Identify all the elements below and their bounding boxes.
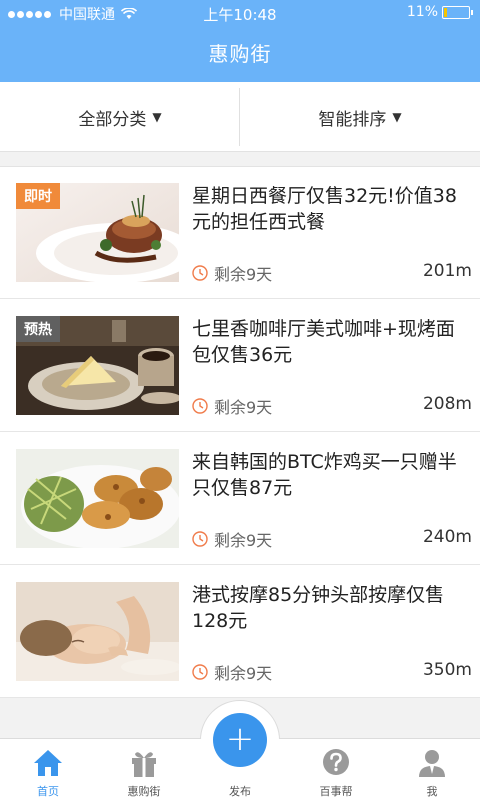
remaining-label: 剩余9天: [214, 531, 273, 550]
plus-icon: +: [225, 719, 255, 759]
deal-title: 七里香咖啡厅美式咖啡+现烤面包仅售36元: [192, 318, 455, 366]
deal-item[interactable]: 预热 七里香咖啡厅美式咖啡+现烤面包仅售36元 剩余9天 208m: [0, 300, 480, 432]
clock-icon: [192, 265, 208, 281]
tab-publish-label: 发布: [229, 785, 251, 798]
deal-item[interactable]: 即时 星期日西餐厅仅售32元!价值38元的担任西式餐 剩余9天 201m: [0, 167, 480, 299]
deal-item[interactable]: 港式按摩85分钟头部按摩仅售128元 剩余9天 350m: [0, 566, 480, 698]
deal-title: 来自韩国的BTC炸鸡买一只赠半只仅售87元: [192, 451, 457, 499]
deal-remaining: 剩余9天: [192, 527, 272, 551]
triangle-down-icon: ▼: [392, 110, 402, 124]
deal-distance: 201m: [422, 261, 472, 281]
remaining-label: 剩余9天: [214, 398, 273, 417]
sort-dropdown[interactable]: 智能排序 ▼: [240, 82, 480, 152]
status-right: 11%: [406, 4, 473, 20]
sort-label: 智能排序: [318, 109, 387, 130]
deal-image-coffee: 预热: [16, 316, 179, 415]
tab-deals[interactable]: 惠购街: [96, 739, 192, 800]
category-filter-dropdown[interactable]: 全部分类 ▼: [0, 82, 240, 152]
home-icon: [34, 750, 62, 776]
remaining-label: 剩余9天: [214, 664, 273, 683]
deal-image-chicken: [16, 449, 179, 548]
gift-icon: [132, 752, 156, 777]
filter-bar: 全部分类 ▼ 智能排序 ▼: [0, 82, 480, 152]
tab-home[interactable]: 首页: [0, 739, 96, 800]
battery-percent: 11%: [406, 4, 438, 20]
category-filter-label: 全部分类: [78, 109, 147, 130]
tab-me-label: 我: [426, 785, 438, 798]
user-icon: [419, 750, 445, 777]
deal-item[interactable]: 来自韩国的BTC炸鸡买一只赠半只仅售87元 剩余9天 240m: [0, 433, 480, 565]
triangle-down-icon: ▼: [152, 110, 162, 124]
publish-button[interactable]: +: [213, 713, 267, 767]
deal-remaining: 剩余9天: [192, 261, 272, 285]
tab-me[interactable]: 我: [384, 739, 480, 800]
battery-icon: [442, 5, 473, 19]
deal-image-steak: 即时: [16, 183, 179, 282]
tab-deals-label: 惠购街: [127, 785, 161, 798]
remaining-label: 剩余9天: [214, 265, 273, 284]
deal-title: 星期日西餐厅仅售32元!价值38元的担任西式餐: [192, 185, 457, 233]
deal-distance: 240m: [422, 527, 472, 547]
question-icon: [323, 749, 349, 775]
clock-icon: [192, 398, 208, 414]
tab-help-label: 百事帮: [319, 785, 353, 798]
deal-title: 港式按摩85分钟头部按摩仅售128元: [192, 584, 445, 632]
deal-distance: 350m: [422, 660, 472, 680]
status-bar: 中国联通 上午10:48 11%: [0, 0, 480, 26]
tab-help[interactable]: 百事帮: [288, 739, 384, 800]
deal-tag: 预热: [16, 316, 60, 342]
deal-remaining: 剩余9天: [192, 660, 272, 684]
page-title: 惠购街: [208, 42, 272, 66]
deal-tag: 即时: [16, 183, 60, 209]
deal-distance: 208m: [422, 394, 472, 414]
deal-list: 即时 星期日西餐厅仅售32元!价值38元的担任西式餐 剩余9天 201m 预热 …: [0, 166, 480, 698]
clock-icon: [192, 664, 208, 680]
deal-image-massage: [16, 582, 179, 681]
deal-remaining: 剩余9天: [192, 394, 272, 418]
top-header: 中国联通 上午10:48 11% 惠购街: [0, 0, 480, 82]
bottom-tab-bar: 首页 惠购街 发布 + 百事帮 我: [0, 700, 480, 800]
clock-icon: [192, 531, 208, 547]
tab-home-label: 首页: [37, 785, 59, 798]
